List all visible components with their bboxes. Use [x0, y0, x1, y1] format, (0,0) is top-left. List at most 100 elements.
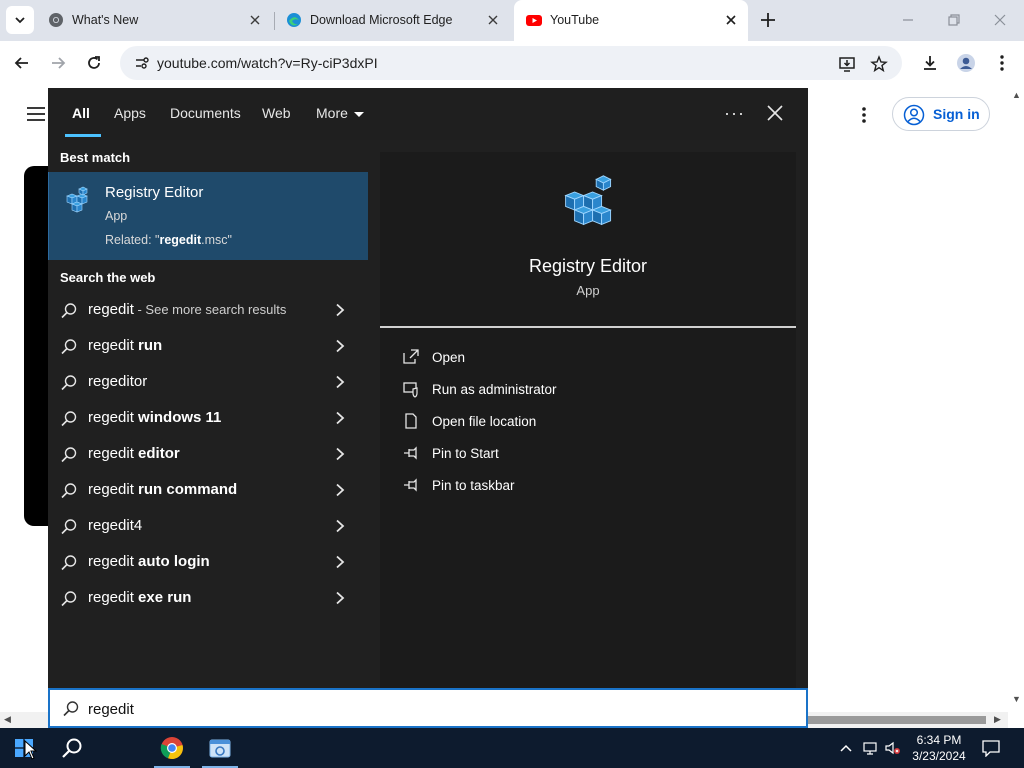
menu-button[interactable] [992, 53, 1012, 73]
tab-title: Download Microsoft Edge [310, 13, 453, 27]
download-icon [924, 56, 936, 70]
filter-all[interactable]: All [72, 105, 90, 121]
site-info-icon[interactable] [134, 55, 150, 71]
results-column: Best match Registry Editor App Related: … [48, 140, 380, 688]
profile-button[interactable] [956, 53, 976, 73]
network-icon[interactable] [862, 740, 878, 756]
action-label: Run as administrator [432, 382, 557, 397]
youtube-icon [526, 15, 542, 26]
forward-button[interactable] [48, 53, 68, 73]
chevron-right-icon[interactable] [334, 411, 346, 425]
bookmark-star-icon[interactable] [870, 55, 888, 73]
action-pin-to-start[interactable]: Pin to Start [400, 442, 760, 468]
notification-center-icon[interactable] [982, 740, 1000, 757]
search-icon [62, 738, 82, 758]
close-icon[interactable] [724, 13, 738, 27]
web-result-text: regeditor [88, 373, 148, 390]
chevron-right-icon[interactable] [334, 303, 346, 317]
action-open[interactable]: Open [400, 346, 760, 372]
tab-youtube[interactable]: YouTube [514, 0, 748, 41]
tab-title: YouTube [550, 13, 600, 27]
filter-more[interactable]: More [316, 105, 364, 121]
reload-button[interactable] [84, 53, 104, 73]
web-result-row[interactable]: regedit4 [48, 508, 368, 544]
search-input[interactable] [88, 698, 688, 720]
chevron-right-icon[interactable] [334, 483, 346, 497]
search-icon [61, 339, 77, 355]
web-result-row[interactable]: regeditor [48, 364, 368, 400]
taskbar-search-button[interactable] [48, 728, 96, 768]
chevron-right-icon[interactable] [334, 339, 346, 353]
best-match-header: Best match [60, 150, 131, 165]
chevron-right-icon[interactable] [334, 555, 346, 569]
chevron-right-icon[interactable] [334, 447, 346, 461]
scroll-down-arrow-icon[interactable]: ▼ [1012, 694, 1021, 704]
hamburger-menu-icon[interactable] [26, 106, 46, 122]
vertical-scrollbar[interactable]: ▲ ▼ [1008, 86, 1024, 728]
web-result-row[interactable]: regedit auto login [48, 544, 368, 580]
shield-icon [403, 382, 418, 398]
install-app-icon[interactable] [838, 55, 856, 73]
system-clock[interactable]: 6:34 PM 3/23/2024 [900, 732, 978, 764]
scroll-left-arrow-icon[interactable]: ◀ [4, 714, 11, 725]
web-result-row[interactable]: regedit editor [48, 436, 368, 472]
best-match-type: App [105, 209, 128, 223]
filter-apps[interactable]: Apps [114, 105, 146, 121]
preview-type: App [576, 283, 600, 298]
action-pin-to-taskbar[interactable]: Pin to taskbar [400, 474, 760, 500]
scroll-right-arrow-icon[interactable]: ▶ [994, 714, 1001, 725]
reload-icon [88, 56, 100, 69]
sign-in-button[interactable]: Sign in [892, 97, 990, 131]
downloads-button[interactable] [920, 53, 940, 73]
web-result-text: regedit windows 11 [88, 409, 222, 426]
clock-time: 6:34 PM [916, 733, 962, 747]
kebab-menu-icon [1000, 55, 1004, 71]
scroll-up-arrow-icon[interactable]: ▲ [1012, 90, 1021, 100]
web-result-text: regedit4 [88, 517, 143, 534]
best-match-related: Related: "regedit.msc" [105, 233, 232, 247]
volume-muted-icon[interactable] [884, 740, 900, 756]
action-open-file-location[interactable]: Open file location [400, 410, 760, 436]
tab-whats-new[interactable]: What's New [36, 0, 272, 41]
restore-icon[interactable] [946, 12, 962, 28]
chevron-up-icon[interactable] [838, 740, 854, 756]
chevron-right-icon[interactable] [334, 591, 346, 605]
open-external-icon [403, 349, 419, 364]
back-button[interactable] [12, 53, 32, 73]
taskbar-app[interactable] [198, 728, 242, 768]
taskbar-chrome[interactable] [150, 728, 194, 768]
chevron-right-icon[interactable] [334, 375, 346, 389]
browser-tab-strip: What's New Download Microsoft Edge YouTu… [0, 0, 1024, 41]
scrollbar-thumb[interactable] [808, 716, 986, 724]
clock-date: 3/23/2024 [912, 749, 966, 763]
close-window-icon[interactable] [992, 12, 1008, 28]
web-result-row[interactable]: regedit run [48, 328, 368, 364]
chevron-down-icon [15, 17, 25, 24]
best-match-result[interactable]: Registry Editor App Related: "regedit.ms… [48, 172, 368, 260]
close-icon[interactable] [766, 104, 784, 122]
web-result-row[interactable]: regedit windows 11 [48, 400, 368, 436]
tab-search-button[interactable] [6, 6, 34, 34]
action-run-as-admin[interactable]: Run as administrator [400, 378, 760, 404]
action-label: Pin to Start [432, 446, 499, 461]
close-icon[interactable] [248, 13, 262, 27]
search-icon [61, 483, 77, 499]
filter-documents[interactable]: Documents [170, 105, 241, 121]
search-the-web-header: Search the web [60, 270, 156, 285]
search-icon [61, 375, 77, 391]
close-icon[interactable] [486, 13, 500, 27]
filter-web[interactable]: Web [262, 105, 291, 121]
web-result-row[interactable]: regedit run command [48, 472, 368, 508]
tab-download-edge[interactable]: Download Microsoft Edge [274, 0, 512, 41]
arrow-left-icon [14, 57, 28, 69]
chevron-right-icon[interactable] [334, 519, 346, 533]
minimize-icon[interactable] [900, 12, 916, 28]
more-options-ellipsis-icon[interactable]: ··· [724, 103, 745, 124]
search-box[interactable] [48, 688, 808, 728]
address-bar[interactable]: youtube.com/watch?v=Ry-ciP3dxPI [120, 46, 902, 80]
search-filter-bar: All Apps Documents Web More ··· [48, 88, 808, 140]
web-result-row[interactable]: regedit - See more search results [48, 292, 368, 328]
web-result-row[interactable]: regedit exe run [48, 580, 368, 616]
new-tab-plus-icon[interactable] [758, 10, 778, 30]
settings-kebab-icon[interactable] [860, 106, 868, 124]
